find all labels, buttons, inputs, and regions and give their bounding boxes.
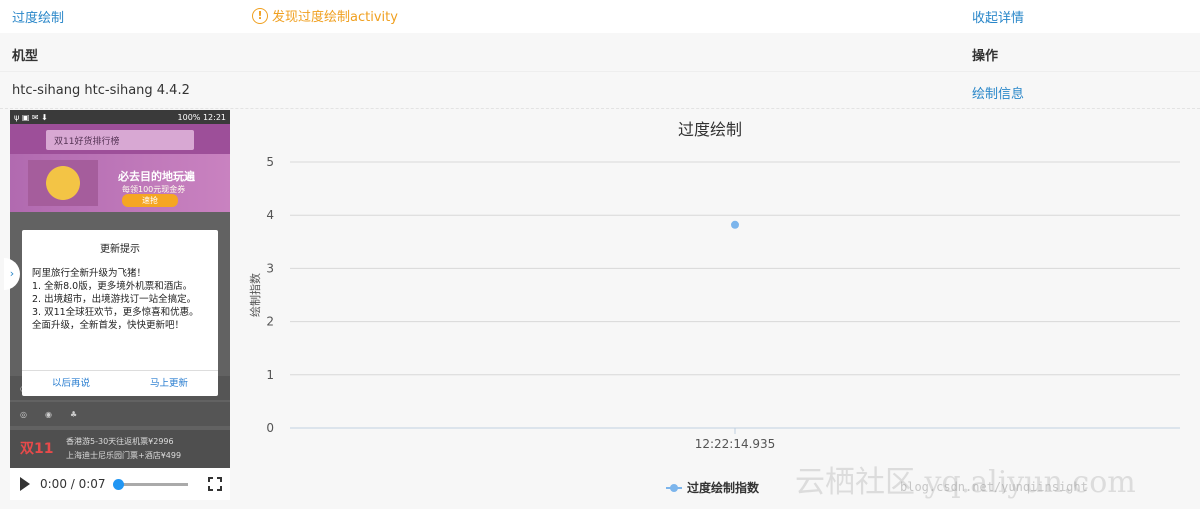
phone-banner: 必去目的地玩遍 每领100元现金券 速抢 (10, 154, 230, 212)
video-progress-knob[interactable] (113, 479, 124, 490)
y-tick-label: 1 (266, 368, 274, 382)
legend-marker (670, 484, 678, 492)
video-time: 0:00 / 0:07 (40, 477, 106, 491)
table-header: 机型 操作 (0, 33, 1200, 72)
status-right: 100% 12:21 (177, 112, 226, 122)
dialog-buttons: 以后再说 马上更新 (22, 370, 218, 396)
overdraw-topbar: 过度绘制 ! 发现过度绘制activity 收起详情 (0, 0, 1200, 32)
y-tick-label: 0 (266, 421, 274, 435)
device-model-cell: htc-sihang htc-sihang 4.4.2 (12, 83, 190, 98)
phone-search-bar: 双11好货排行榜 (46, 130, 194, 150)
table-row: htc-sihang htc-sihang 4.4.2 绘制信息 (0, 72, 1200, 109)
banner-button: 速抢 (122, 194, 178, 207)
update-dialog: 更新提示 阿里旅行全新升级为飞猪！ 1. 全新8.0版，更多境外机票和酒店。 2… (22, 230, 218, 396)
phone-status-bar: ψ ▣ ✉ ⬇ 100% 12:21 (10, 110, 230, 124)
y-tick-label: 2 (266, 315, 274, 329)
play-icon[interactable] (20, 477, 30, 491)
warning-icon: ! (252, 7, 268, 24)
legend-label: 过度绘制指数 (687, 480, 760, 495)
overdraw-chart: 过度绘制 0 1 2 3 4 5 绘制指数 12:22:14.935 过度绘制指数 (248, 120, 1180, 495)
fullscreen-icon[interactable] (208, 477, 222, 491)
y-axis-label: 绘制指数 (248, 273, 262, 317)
dialog-message: 阿里旅行全新升级为飞猪！ 1. 全新8.0版，更多境外机票和酒店。 2. 出境超… (32, 268, 199, 331)
video-controls: 0:00 / 0:07 (10, 468, 230, 500)
header-device-model: 机型 (12, 49, 39, 64)
watermark-url: blog.csdn.net/yunqiinsight (900, 480, 1088, 494)
collapse-details-link[interactable]: 收起详情 (972, 7, 1024, 26)
chart-title: 过度绘制 (678, 120, 742, 139)
video-progress-bar[interactable] (113, 479, 188, 490)
y-tick-label: 3 (266, 261, 274, 275)
x-tick-label: 12:22:14.935 (695, 437, 776, 451)
watermark: 云栖社区 yq.aliyun.com (795, 465, 1136, 500)
header-actions: 操作 (972, 49, 999, 64)
dialog-later-button: 以后再说 (51, 378, 90, 389)
banner-title: 必去目的地玩遍 (118, 170, 195, 183)
status-icons: ψ ▣ ✉ ⬇ (14, 112, 48, 122)
draw-info-link[interactable]: 绘制信息 (972, 83, 1024, 102)
warning-message: ! 发现过度绘制activity (252, 6, 398, 25)
ad-line: 香港游5-30天往返机票¥2996 (66, 437, 174, 446)
y-tick-label: 4 (266, 208, 274, 222)
phone-ad-block: 双11 香港游5-30天往返机票¥2996 上海迪士尼乐园门票+酒店¥499 (10, 430, 230, 468)
banner-graphic (28, 160, 98, 206)
dialog-update-button: 马上更新 (149, 378, 188, 389)
data-point (731, 220, 739, 229)
ad-line: 上海迪士尼乐园门票+酒店¥499 (66, 451, 182, 460)
warning-text: 发现过度绘制activity (272, 10, 398, 25)
phone-category-row: ◎ ◉ ♣ (10, 402, 230, 426)
phone-screenshot: ψ ▣ ✉ ⬇ 100% 12:21 双11好货排行榜 必去目的地玩遍 每领10… (10, 110, 230, 468)
ad-logo: 双11 (20, 441, 54, 457)
details-panel: ψ ▣ ✉ ⬇ 100% 12:21 双11好货排行榜 必去目的地玩遍 每领10… (0, 109, 1200, 509)
y-tick-label: 5 (266, 155, 274, 169)
dialog-title: 更新提示 (100, 244, 140, 255)
section-title[interactable]: 过度绘制 (12, 7, 64, 26)
